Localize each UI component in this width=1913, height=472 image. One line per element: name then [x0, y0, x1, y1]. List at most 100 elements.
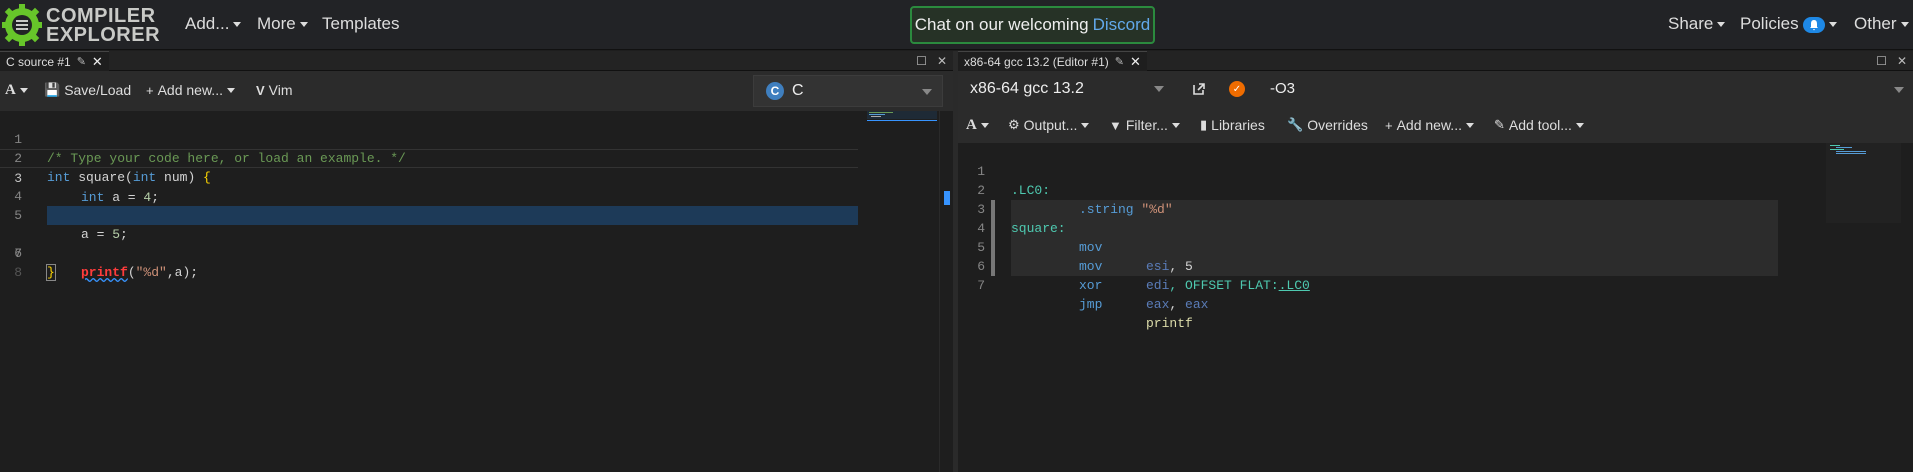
- other-menu[interactable]: Other: [1854, 14, 1909, 34]
- pencil-icon[interactable]: ✎: [77, 55, 86, 68]
- code-line: 2 int square(int num) {: [14, 151, 211, 185]
- compiler-explorer-logo[interactable]: COMPILER EXPLORER: [2, 3, 161, 47]
- gear-icon: ⚙: [1008, 117, 1020, 132]
- language-select[interactable]: C C: [753, 75, 943, 107]
- pencil-icon[interactable]: ✎: [1115, 55, 1124, 68]
- line-highlight: [47, 206, 858, 225]
- add-menu[interactable]: Add...: [185, 14, 242, 34]
- chevron-down-icon: [1154, 86, 1164, 92]
- libraries-button[interactable]: ▮ Libraries: [1200, 117, 1265, 133]
- caret-down-icon: [226, 87, 235, 93]
- font-size-button[interactable]: A: [5, 82, 28, 99]
- code-line-current: 3 int a = 4;: [0, 149, 858, 205]
- plus-icon: +: [146, 82, 154, 98]
- plus-icon: +: [1385, 117, 1393, 133]
- code-line: 1 /* Type your code here, or load an exa…: [14, 132, 406, 166]
- options-dropdown-icon[interactable]: [1894, 87, 1904, 93]
- source-tabbar: C source #1 ✎ ✕ ☐ ✕: [0, 51, 953, 71]
- add-new-button[interactable]: + Add new...: [1385, 117, 1474, 133]
- caret-down-icon: [19, 88, 28, 93]
- asm-line: 3 square:: [977, 202, 1066, 236]
- add-new-button[interactable]: + Add new...: [146, 82, 235, 98]
- pane-controls: ☐ ✕: [1876, 54, 1907, 68]
- vim-icon: V: [256, 82, 265, 98]
- code-line: 5 a = 5;: [14, 208, 128, 242]
- asm-line: 7 jmp printf: [977, 278, 1193, 331]
- top-navbar: COMPILER EXPLORER Add... More Templates …: [0, 0, 1913, 50]
- vim-toggle-button[interactable]: V Vim: [256, 82, 293, 98]
- filter-menu-button[interactable]: ▼ Filter...: [1109, 117, 1180, 133]
- close-pane-icon[interactable]: ✕: [937, 54, 947, 68]
- caret-down-icon: [1575, 122, 1584, 128]
- asm-line: 6 xor eax, eax: [977, 259, 1209, 312]
- save-load-button[interactable]: 💾 Save/Load: [44, 82, 131, 98]
- popout-button[interactable]: [1182, 75, 1216, 103]
- gear-logo-icon: [2, 4, 42, 46]
- asm-line: 2 .string "%d": [977, 183, 1173, 217]
- tab-compiler[interactable]: x86-64 gcc 13.2 (Editor #1) ✎ ✕: [958, 51, 1147, 71]
- add-tool-button[interactable]: ✎ Add tool...: [1494, 117, 1584, 133]
- maximize-icon[interactable]: ☐: [1876, 54, 1887, 68]
- source-toolbar: A 💾 Save/Load + Add new... V Vim C C: [0, 71, 953, 111]
- caret-down-icon: [1171, 122, 1180, 128]
- floppy-disk-icon: 💾: [44, 82, 61, 97]
- close-icon[interactable]: ✕: [92, 54, 103, 70]
- language-label: C: [792, 82, 804, 99]
- tool-icon: ✎: [1494, 117, 1505, 132]
- check-circle-icon: ✓: [1229, 81, 1245, 97]
- code-line: 7 }: [14, 246, 56, 281]
- caret-down-icon: [299, 22, 308, 28]
- pane-controls: ☐ ✕: [916, 54, 947, 68]
- caret-down-icon: [980, 123, 989, 128]
- label-link[interactable]: .LC0: [1279, 278, 1310, 293]
- compiler-pane: x86-64 gcc 13.2 (Editor #1) ✎ ✕ ☐ ✕ x86-…: [958, 51, 1913, 472]
- share-menu[interactable]: Share: [1668, 14, 1726, 34]
- caret-down-icon: [1081, 122, 1090, 128]
- external-link-icon: [1193, 83, 1205, 95]
- asm-line: 4 mov esi, 5: [977, 221, 1193, 274]
- policies-menu[interactable]: Policies: [1740, 14, 1837, 34]
- compiler-select[interactable]: x86-64 gcc 13.2: [958, 71, 1178, 107]
- compiler-label: x86-64 gcc 13.2: [970, 80, 1084, 97]
- caret-down-icon: [1900, 22, 1909, 28]
- scroll-marker: [944, 191, 950, 205]
- asm-line: 5 mov edi, OFFSET FLAT:.LC0: [977, 240, 1310, 293]
- maximize-icon[interactable]: ☐: [916, 54, 927, 68]
- caret-down-icon: [1717, 22, 1726, 28]
- caret-down-icon: [1465, 122, 1474, 128]
- compile-status-button[interactable]: ✓: [1220, 75, 1254, 103]
- assembly-output[interactable]: 1 .LC0: 2 .string "%d" 3 square: 4 mov e…: [958, 143, 1913, 472]
- compiler-toolbar: A ⚙ Output... ▼ Filter... ▮ Libraries 🔧 Over…: [958, 107, 1913, 143]
- overrides-button[interactable]: 🔧 Overrides: [1287, 117, 1368, 133]
- filter-icon: ▼: [1109, 117, 1122, 133]
- source-code-editor[interactable]: 1 /* Type your code here, or load an exa…: [0, 111, 953, 472]
- code-minimap[interactable]: [867, 111, 937, 131]
- asm-line: 1 .LC0:: [977, 164, 1051, 198]
- bell-icon: [1802, 16, 1825, 33]
- font-size-button[interactable]: A: [966, 117, 989, 134]
- close-pane-icon[interactable]: ✕: [1897, 54, 1907, 68]
- chevron-down-icon: [922, 89, 932, 95]
- more-menu[interactable]: More: [257, 14, 308, 34]
- compiler-tabbar: x86-64 gcc 13.2 (Editor #1) ✎ ✕ ☐ ✕: [958, 51, 1913, 71]
- vertical-scrollbar[interactable]: [939, 111, 953, 472]
- wrench-icon: 🔧: [1287, 117, 1304, 132]
- c-language-icon: C: [766, 82, 784, 100]
- logo-text: COMPILER EXPLORER: [46, 5, 161, 46]
- discord-banner[interactable]: Chat on our welcoming Discord: [910, 6, 1155, 44]
- source-editor-pane: C source #1 ✎ ✕ ☐ ✕ A 💾 Save/Load + Add ne…: [0, 51, 953, 472]
- tab-title: C source #1: [6, 54, 71, 69]
- code-line: 8: [14, 265, 22, 280]
- code-line-highlighted: 6 printf("%d",a);: [0, 206, 953, 280]
- tab-title: x86-64 gcc 13.2 (Editor #1): [964, 54, 1109, 69]
- output-menu-button[interactable]: ⚙ Output...: [1008, 117, 1090, 133]
- caret-down-icon: [1828, 22, 1837, 28]
- compiler-options-input[interactable]: -O3: [1258, 75, 1883, 103]
- close-icon[interactable]: ✕: [1130, 54, 1141, 70]
- templates-link[interactable]: Templates: [322, 14, 399, 34]
- caret-down-icon: [233, 22, 242, 28]
- asm-minimap[interactable]: [1826, 143, 1901, 223]
- book-icon: ▮: [1200, 117, 1208, 132]
- discord-link[interactable]: Discord: [1093, 15, 1151, 35]
- tab-c-source[interactable]: C source #1 ✎ ✕: [0, 51, 109, 71]
